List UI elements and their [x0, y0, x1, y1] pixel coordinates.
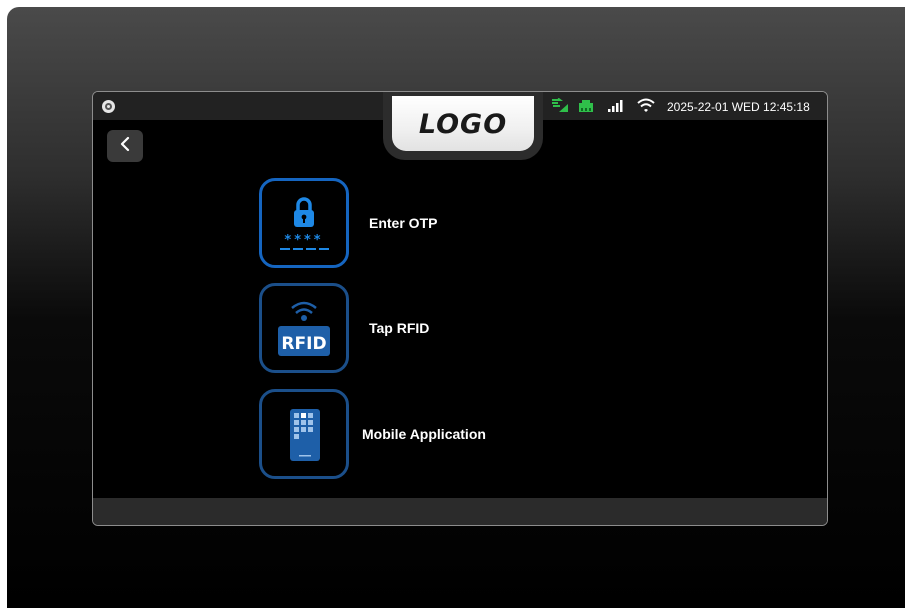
- option-label: Mobile Application: [362, 426, 486, 442]
- wifi-icon: [637, 98, 655, 118]
- otp-tile[interactable]: ****: [259, 178, 349, 268]
- svg-text:****: ****: [284, 233, 323, 248]
- ethernet-icon: [577, 99, 595, 118]
- option-tap-rfid[interactable]: RFID Tap RFID: [259, 283, 639, 373]
- kiosk-screen: LOGO 2025-22-01 WED 12:45:18 **** Enter …: [92, 91, 828, 526]
- option-label: Tap RFID: [369, 320, 430, 336]
- option-mobile-application[interactable]: Mobile Application: [259, 389, 639, 479]
- svg-text:RFID: RFID: [281, 334, 326, 354]
- camera-icon: [102, 100, 115, 113]
- mobile-tile[interactable]: [259, 389, 349, 479]
- option-enter-otp[interactable]: **** Enter OTP: [259, 178, 639, 268]
- network-sync-icon: [551, 97, 569, 119]
- logo: LOGO: [392, 96, 534, 151]
- back-button[interactable]: [107, 130, 143, 162]
- rfid-tile[interactable]: RFID: [259, 283, 349, 373]
- status-datetime: 2025-22-01 WED 12:45:18: [667, 100, 810, 114]
- option-label: Enter OTP: [369, 215, 438, 231]
- chevron-left-icon: [119, 136, 131, 157]
- logo-tab: LOGO: [383, 92, 543, 160]
- cellular-signal-icon: [607, 99, 623, 118]
- footer-bar: [93, 498, 827, 525]
